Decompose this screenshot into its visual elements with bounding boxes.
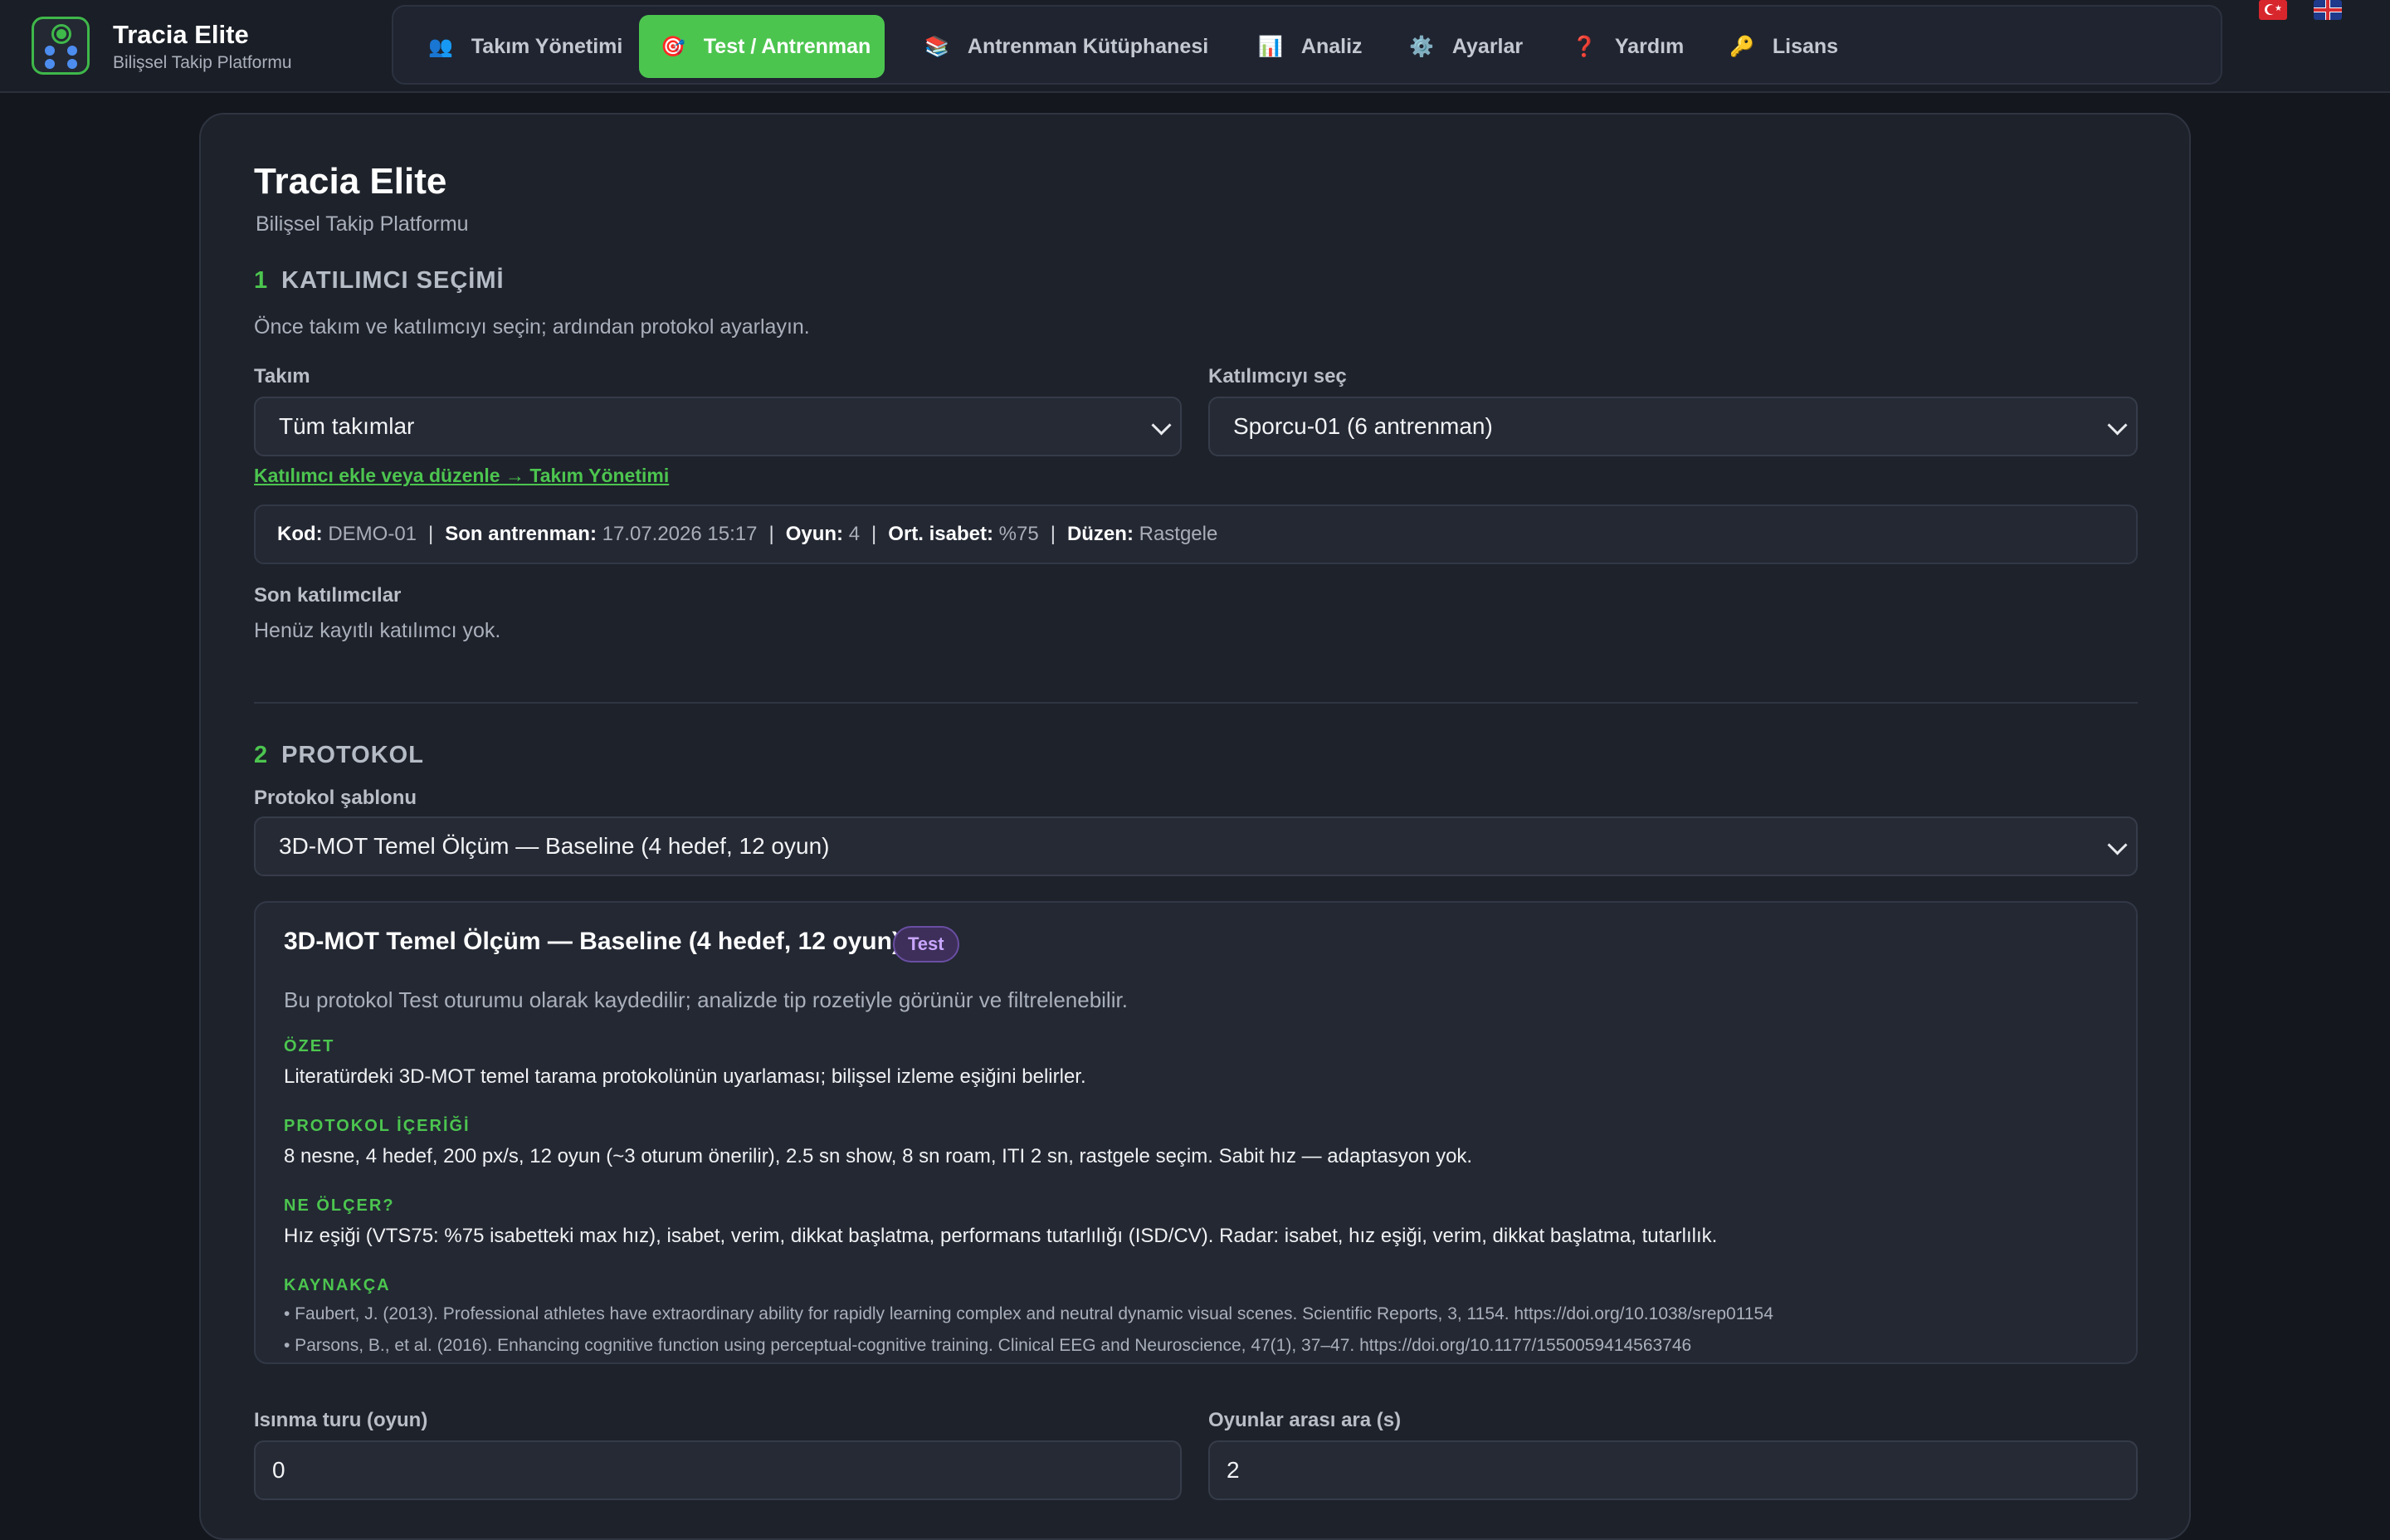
- separator: |: [1050, 523, 1056, 545]
- pause-label: Oyunlar arası ara (s): [1208, 1409, 1402, 1431]
- section-title: PROTOKOL: [281, 742, 424, 768]
- nav-analysis[interactable]: 📊 Analiz: [1236, 15, 1384, 78]
- nav-training-library[interactable]: 📚 Antrenman Kütüphanesi: [903, 15, 1230, 78]
- gear-icon: ⚙️: [1409, 35, 1434, 58]
- section-title: KATILIMCI SEÇİMİ: [281, 267, 505, 294]
- last-training-value: 17.07.2026 15:17: [602, 523, 758, 545]
- key-icon: 🔑: [1729, 35, 1754, 58]
- chevron-down-icon: [2107, 415, 2128, 436]
- section-number: 2: [254, 742, 269, 768]
- measures-text: Hız eşiği (VTS75: %75 isabetteki max hız…: [284, 1225, 1718, 1247]
- warmup-value: 0: [272, 1457, 285, 1483]
- references-label: KAYNAKÇA: [284, 1276, 391, 1294]
- protocol-template-label: Protokol şablonu: [254, 787, 417, 809]
- participant-select-value: Sporcu-01 (6 antrenman): [1233, 413, 1493, 439]
- section-participant-heading: 1 KATILIMCI SEÇİMİ: [254, 267, 505, 295]
- recent-participants-empty: Henüz kayıtlı katılımcı yok.: [254, 619, 501, 642]
- nav-label: Analiz: [1300, 34, 1363, 58]
- nav-label: Ayarlar: [1451, 34, 1524, 58]
- separator: |: [428, 523, 434, 545]
- order-label: Düzen:: [1066, 523, 1134, 545]
- page-subtitle: Bilişsel Takip Platformu: [256, 212, 469, 236]
- section-divider: [254, 702, 2138, 704]
- chevron-down-icon: [1151, 415, 1172, 436]
- pause-input[interactable]: 2: [1208, 1440, 2138, 1500]
- team-select-value: Tüm takımlar: [279, 413, 415, 439]
- protocol-content-text: 8 nesne, 4 hedef, 200 px/s, 12 oyun (~3 …: [284, 1145, 1473, 1167]
- reference-item: • Parsons, B., et al. (2016). Enhancing …: [284, 1336, 1692, 1355]
- warmup-label: Isınma turu (oyun): [254, 1409, 428, 1431]
- nav-label: Yardım: [1614, 34, 1685, 58]
- nav-label: Test / Antrenman: [703, 34, 871, 58]
- protocol-type-badge: Test: [893, 926, 959, 962]
- team-select[interactable]: Tüm takımlar: [254, 397, 1182, 456]
- brand-title: Tracia Elite: [113, 20, 249, 49]
- section-number: 1: [254, 267, 269, 294]
- accuracy-value: %75: [998, 523, 1039, 545]
- protocol-title: 3D-MOT Temel Ölçüm — Baseline (4 hedef, …: [284, 928, 900, 955]
- code-value: DEMO-01: [328, 523, 417, 545]
- main-nav: 👥 Takım Yönetimi 🎯 Test / Antrenman 📚 An…: [392, 5, 2222, 85]
- team-label: Takım: [254, 365, 310, 387]
- nav-team-management[interactable]: 👥 Takım Yönetimi: [407, 15, 644, 78]
- protocol-details-card: 3D-MOT Temel Ölçüm — Baseline (4 hedef, …: [254, 901, 2138, 1364]
- chart-icon: 📊: [1258, 35, 1283, 58]
- top-bar: Tracia Elite Bilişsel Takip Platformu 👥 …: [0, 0, 2390, 93]
- pause-value: 2: [1227, 1457, 1240, 1483]
- games-value: 4: [848, 523, 861, 545]
- code-label: Kod:: [277, 523, 323, 545]
- warmup-input[interactable]: 0: [254, 1440, 1182, 1500]
- summary-label: ÖZET: [284, 1037, 335, 1055]
- nav-help[interactable]: ❓ Yardım: [1550, 15, 1705, 78]
- section-protocol-heading: 2 PROTOKOL: [254, 742, 424, 769]
- protocol-note: Bu protokol Test oturumu olarak kaydedil…: [284, 987, 1128, 1012]
- target-icon: 🎯: [661, 35, 685, 58]
- protocol-content-label: PROTOKOL İÇERİĞİ: [284, 1117, 471, 1135]
- manage-participants-link[interactable]: Katılımcı ekle veya düzenle → Takım Yöne…: [254, 465, 669, 487]
- participant-select[interactable]: Sporcu-01 (6 antrenman): [1208, 397, 2138, 456]
- logo-icon: [32, 17, 90, 75]
- participant-info-bar: Kod: DEMO-01 | Son antrenman: 17.07.2026 1…: [254, 504, 2138, 564]
- last-training-label: Son antrenman:: [445, 523, 597, 545]
- team-icon: 👥: [428, 35, 453, 58]
- nav-label: Lisans: [1772, 34, 1839, 58]
- question-icon: ❓: [1572, 35, 1597, 58]
- nav-label: Takım Yönetimi: [471, 34, 623, 58]
- reference-item: • Faubert, J. (2013). Professional athle…: [284, 1304, 1773, 1323]
- accuracy-label: Ort. isabet:: [888, 523, 993, 545]
- measures-label: NE ÖLÇER?: [284, 1196, 395, 1215]
- protocol-template-value: 3D-MOT Temel Ölçüm — Baseline (4 hedef, …: [279, 833, 830, 859]
- chevron-down-icon: [2107, 835, 2128, 855]
- nav-label: Antrenman Kütüphanesi: [967, 34, 1209, 58]
- nav-settings[interactable]: ⚙️ Ayarlar: [1388, 15, 1544, 78]
- summary-text: Literatürdeki 3D-MOT temel tarama protok…: [284, 1065, 1086, 1088]
- gb-flag-icon[interactable]: [2314, 0, 2342, 20]
- games-label: Oyun:: [785, 523, 844, 545]
- books-icon: 📚: [924, 35, 949, 58]
- page-title: Tracia Elite: [254, 161, 447, 202]
- section-description: Önce takım ve katılımcıyı seçin; ardında…: [254, 315, 810, 339]
- separator: |: [768, 523, 774, 545]
- order-value: Rastgele: [1139, 523, 1218, 545]
- main-card: Tracia Elite Bilişsel Takip Platformu 1K…: [199, 113, 2191, 1540]
- tr-flag-icon[interactable]: ★: [2259, 0, 2287, 20]
- nav-license[interactable]: 🔑 Lisans: [1708, 15, 1860, 78]
- participant-label: Katılımcıyı seç: [1208, 365, 1347, 387]
- brand-subtitle: Bilişsel Takip Platformu: [113, 53, 292, 72]
- nav-test-training[interactable]: 🎯 Test / Antrenman: [639, 15, 885, 78]
- separator: |: [871, 523, 877, 545]
- protocol-template-select[interactable]: 3D-MOT Temel Ölçüm — Baseline (4 hedef, …: [254, 816, 2138, 876]
- recent-participants-label: Son katılımcılar: [254, 584, 402, 607]
